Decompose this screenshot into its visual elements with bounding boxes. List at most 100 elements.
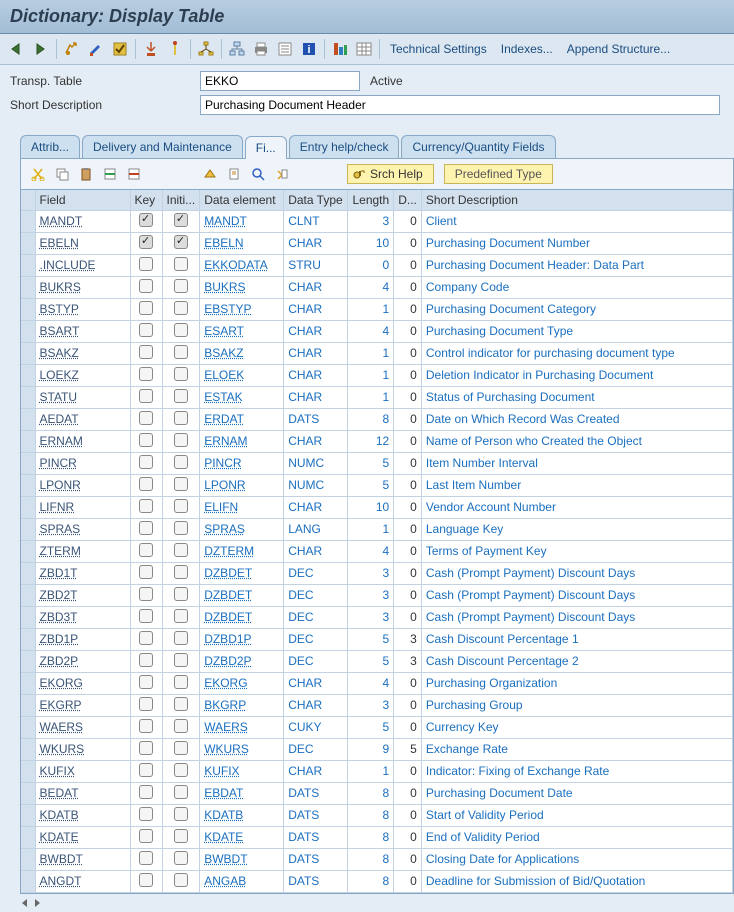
cell-key[interactable] xyxy=(130,672,162,694)
cell-init[interactable] xyxy=(162,848,200,870)
cell-field[interactable]: ZBD1T xyxy=(35,562,130,584)
cell-key[interactable] xyxy=(130,210,162,232)
cell-init[interactable] xyxy=(162,650,200,672)
cell-key[interactable] xyxy=(130,276,162,298)
col-dec[interactable]: D... xyxy=(394,190,422,210)
cell-elem[interactable]: DZBD2P xyxy=(200,650,284,672)
check-icon[interactable] xyxy=(109,38,131,60)
tab-entry-help[interactable]: Entry help/check xyxy=(289,135,400,158)
row-handle[interactable] xyxy=(21,540,35,562)
row-handle[interactable] xyxy=(21,650,35,672)
cell-field[interactable]: LOEKZ xyxy=(35,364,130,386)
cell-key[interactable] xyxy=(130,562,162,584)
row-handle[interactable] xyxy=(21,672,35,694)
cell-key[interactable] xyxy=(130,430,162,452)
cell-init[interactable] xyxy=(162,738,200,760)
expand-all-icon[interactable] xyxy=(199,163,221,185)
row-handle[interactable] xyxy=(21,584,35,606)
cell-elem[interactable]: ERNAM xyxy=(200,430,284,452)
col-elem[interactable]: Data element xyxy=(200,190,284,210)
tab-attributes[interactable]: Attrib... xyxy=(20,135,80,158)
cell-init[interactable] xyxy=(162,584,200,606)
cell-init[interactable] xyxy=(162,628,200,650)
table-row[interactable]: EKGRPBKGRPCHAR30Purchasing Group xyxy=(21,694,733,716)
insert-row-icon[interactable] xyxy=(99,163,121,185)
row-handle[interactable] xyxy=(21,826,35,848)
table-row[interactable]: AEDATERDATDATS80Date on Which Record Was… xyxy=(21,408,733,430)
cell-init[interactable] xyxy=(162,672,200,694)
cell-key[interactable] xyxy=(130,254,162,276)
cell-elem[interactable]: PINCR xyxy=(200,452,284,474)
cell-elem[interactable]: ANGAB xyxy=(200,870,284,892)
table-row[interactable]: KDATBKDATBDATS80Start of Validity Period xyxy=(21,804,733,826)
cell-elem[interactable]: BUKRS xyxy=(200,276,284,298)
cell-init[interactable] xyxy=(162,232,200,254)
cell-field[interactable]: SPRAS xyxy=(35,518,130,540)
cell-key[interactable] xyxy=(130,738,162,760)
cell-init[interactable] xyxy=(162,210,200,232)
row-handle[interactable] xyxy=(21,782,35,804)
cell-elem[interactable]: DZBDET xyxy=(200,584,284,606)
predefined-type-button[interactable]: Predefined Type xyxy=(444,164,553,184)
cell-key[interactable] xyxy=(130,848,162,870)
row-handle[interactable] xyxy=(21,738,35,760)
table-row[interactable]: MANDTMANDTCLNT30Client xyxy=(21,210,733,232)
table-row[interactable]: BSTYPEBSTYPCHAR10Purchasing Document Cat… xyxy=(21,298,733,320)
table-row[interactable]: LOEKZELOEKCHAR10Deletion Indicator in Pu… xyxy=(21,364,733,386)
row-handle[interactable] xyxy=(21,232,35,254)
matchstick-icon[interactable] xyxy=(164,38,186,60)
table-row[interactable]: BSAKZBSAKZCHAR10Control indicator for pu… xyxy=(21,342,733,364)
cell-init[interactable] xyxy=(162,518,200,540)
print-icon[interactable] xyxy=(250,38,272,60)
cell-field[interactable]: MANDT xyxy=(35,210,130,232)
cell-init[interactable] xyxy=(162,716,200,738)
cell-key[interactable] xyxy=(130,760,162,782)
cut-icon[interactable] xyxy=(27,163,49,185)
cell-field[interactable]: ZBD2T xyxy=(35,584,130,606)
cell-elem[interactable]: BWBDT xyxy=(200,848,284,870)
table-row[interactable]: KDATEKDATEDATS80End of Validity Period xyxy=(21,826,733,848)
cell-init[interactable] xyxy=(162,364,200,386)
cell-elem[interactable]: MANDT xyxy=(200,210,284,232)
display-change-icon[interactable] xyxy=(61,38,83,60)
cell-key[interactable] xyxy=(130,496,162,518)
cell-key[interactable] xyxy=(130,782,162,804)
cell-elem[interactable]: ELIFN xyxy=(200,496,284,518)
cell-init[interactable] xyxy=(162,298,200,320)
cell-init[interactable] xyxy=(162,694,200,716)
short-desc-field[interactable] xyxy=(200,95,720,115)
cell-field[interactable]: STATU xyxy=(35,386,130,408)
cell-elem[interactable]: WKURS xyxy=(200,738,284,760)
key-field-icon[interactable] xyxy=(271,163,293,185)
cell-field[interactable]: ZBD1P xyxy=(35,628,130,650)
cell-elem[interactable]: BKGRP xyxy=(200,694,284,716)
row-handle[interactable] xyxy=(21,848,35,870)
cell-init[interactable] xyxy=(162,562,200,584)
cell-field[interactable]: ANGDT xyxy=(35,870,130,892)
row-handle[interactable] xyxy=(21,320,35,342)
cell-key[interactable] xyxy=(130,584,162,606)
cell-key[interactable] xyxy=(130,386,162,408)
cell-field[interactable]: BSTYP xyxy=(35,298,130,320)
cell-elem[interactable]: EBELN xyxy=(200,232,284,254)
forward-icon[interactable] xyxy=(30,38,52,60)
graphic-icon[interactable] xyxy=(329,38,351,60)
row-handle[interactable] xyxy=(21,364,35,386)
cell-init[interactable] xyxy=(162,254,200,276)
copy-icon[interactable] xyxy=(51,163,73,185)
row-handle[interactable] xyxy=(21,628,35,650)
cell-key[interactable] xyxy=(130,408,162,430)
cell-elem[interactable]: EKORG xyxy=(200,672,284,694)
cell-field[interactable]: LIFNR xyxy=(35,496,130,518)
technical-settings-button[interactable]: Technical Settings xyxy=(384,39,493,59)
cell-field[interactable]: PINCR xyxy=(35,452,130,474)
row-handle[interactable] xyxy=(21,694,35,716)
cell-field[interactable]: WAERS xyxy=(35,716,130,738)
row-handle[interactable] xyxy=(21,254,35,276)
cell-key[interactable] xyxy=(130,628,162,650)
table-row[interactable]: ZBD2PDZBD2PDEC53Cash Discount Percentage… xyxy=(21,650,733,672)
cell-elem[interactable]: EBDAT xyxy=(200,782,284,804)
row-handle[interactable] xyxy=(21,496,35,518)
cell-init[interactable] xyxy=(162,430,200,452)
indexes-button[interactable]: Indexes... xyxy=(495,39,559,59)
